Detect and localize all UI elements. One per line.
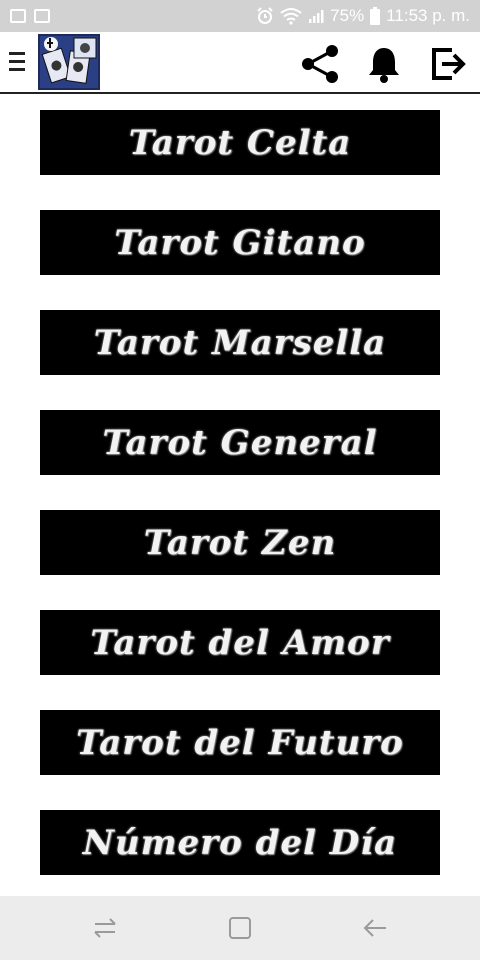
menu-item-tarot-del-amor[interactable]: Tarot del Amor [40, 610, 440, 675]
status-bar: 75% 11:53 p. m. [0, 0, 480, 32]
app-logo [38, 34, 100, 90]
app-bar [0, 32, 480, 94]
exit-button[interactable] [426, 42, 470, 86]
menu-icon[interactable] [9, 52, 25, 74]
bell-icon [369, 48, 399, 83]
menu-item-tarot-del-futuro[interactable]: Tarot del Futuro [40, 710, 440, 775]
clock: 11:53 p. m. [386, 6, 470, 25]
menu-item-tarot-general[interactable]: Tarot General [40, 410, 440, 475]
share-button[interactable] [298, 42, 342, 86]
signal-icon [309, 10, 324, 23]
notifications-button[interactable] [362, 42, 406, 86]
status-left-icons [10, 9, 50, 23]
image-icon [10, 9, 26, 23]
home-button[interactable] [220, 908, 260, 948]
recents-button[interactable] [85, 908, 125, 948]
wifi-icon [280, 8, 302, 25]
menu-item-numero-del-dia[interactable]: Número del Día [40, 810, 440, 875]
status-right: 75% 11:53 p. m. [256, 6, 470, 26]
recents-icon [94, 918, 116, 938]
menu-item-tarot-gitano[interactable]: Tarot Gitano [40, 210, 440, 275]
activity-icon [34, 9, 50, 23]
alarm-icon [257, 7, 273, 24]
home-icon [229, 917, 251, 939]
menu-item-tarot-zen[interactable]: Tarot Zen [40, 510, 440, 575]
back-button[interactable] [355, 908, 395, 948]
system-nav-bar [0, 896, 480, 960]
share-icon [302, 45, 338, 83]
menu-item-tarot-celta[interactable]: Tarot Celta [40, 110, 440, 175]
exit-icon [432, 48, 466, 80]
menu-item-tarot-marsella[interactable]: Tarot Marsella [40, 310, 440, 375]
battery-icon [370, 7, 381, 25]
battery-percent: 75% [330, 6, 365, 25]
back-icon [363, 919, 386, 937]
